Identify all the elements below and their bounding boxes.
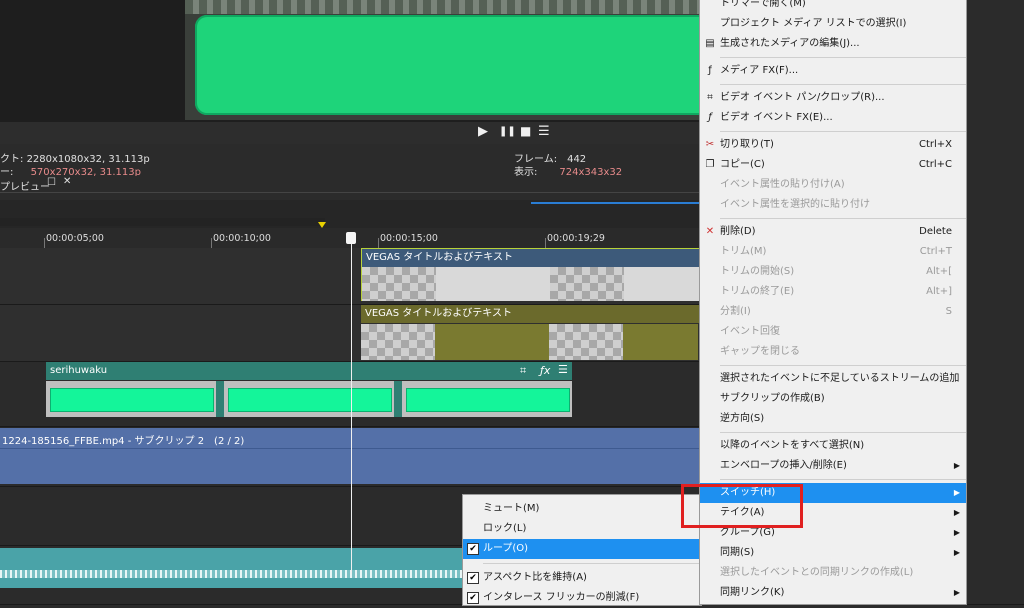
right-panel-edge: [965, 0, 1024, 604]
menu-item-trim[interactable]: トリム(M) Ctrl+T: [700, 242, 966, 262]
menu-item-insert-envelope[interactable]: エンベロープの挿入/削除(E) ▶: [700, 456, 966, 476]
ruler-label: 00:00:19;29: [547, 233, 605, 244]
menu-item-reverse[interactable]: 逆方向(S): [700, 409, 966, 429]
transport-bar: ▶ ❚❚ ■ ☰: [0, 122, 700, 144]
close-icon[interactable]: ✕: [63, 176, 71, 187]
menu-item-pan-crop[interactable]: ⌗ ビデオ イベント パン/クロップ(R)...: [700, 88, 966, 108]
check-icon: ✔: [467, 543, 479, 555]
menu-item-maintain-aspect[interactable]: ✔ アスペクト比を維持(A): [463, 568, 701, 588]
menu-item-open-trimmer[interactable]: トリマーで開く(M): [700, 0, 966, 14]
menu-item-paste-attributes[interactable]: イベント属性の貼り付け(A): [700, 175, 966, 195]
menu-item-select-following-events[interactable]: 以降のイベントをすべて選択(N): [700, 436, 966, 456]
crop-icon: ⌗: [707, 92, 713, 103]
title-event-2-header[interactable]: VEGAS タイトルおよびテキスト: [361, 305, 700, 323]
ruler-label: 00:00:10;00: [213, 233, 271, 244]
scissors-icon: ✂: [705, 139, 715, 150]
generated-media-icon: ▤: [705, 38, 715, 49]
menu-item-sync-link[interactable]: 同期リンク(K) ▶: [700, 583, 966, 603]
playhead-handle[interactable]: [346, 232, 356, 244]
ruler-label: 00:00:15;00: [380, 233, 438, 244]
fx-icon[interactable]: ƒx: [540, 364, 550, 377]
green-text-box-preview: [195, 15, 715, 115]
menu-item-loop[interactable]: ✔ ループ(O): [463, 539, 701, 559]
check-icon: ✔: [467, 592, 479, 604]
menu-icon[interactable]: ☰: [538, 124, 550, 139]
menu-item-add-missing-streams[interactable]: 選択されたイベントに不足しているストリームの追加: [700, 369, 966, 389]
submenu-arrow-icon: ▶: [953, 528, 960, 537]
crop-icon[interactable]: ⌗: [520, 364, 526, 378]
title-event-1-body[interactable]: [361, 267, 699, 301]
submenu-arrow-icon: ▶: [953, 548, 960, 557]
submenu-arrow-icon: ▶: [953, 488, 960, 497]
playhead-line[interactable]: [351, 234, 352, 574]
annotation-highlight-box: [681, 484, 803, 528]
title-event-1-header[interactable]: VEGAS タイトルおよびテキスト: [361, 248, 702, 267]
delete-icon: ✕: [705, 226, 715, 237]
ruler-label: 00:00:05;00: [46, 233, 104, 244]
menu-item-paste-attributes-selective[interactable]: イベント属性を選択的に貼り付け: [700, 195, 966, 215]
media-fx-icon: ƒ: [708, 65, 712, 76]
dock-icon[interactable]: ☐: [47, 177, 56, 188]
green-clip: [406, 388, 570, 412]
serihuwaku-event-body[interactable]: [46, 381, 572, 417]
fx-icon: ƒ: [708, 112, 712, 123]
event-menu-icon[interactable]: ☰: [558, 363, 568, 376]
submenu-arrow-icon: ▶: [953, 508, 960, 517]
menu-item-trim-end[interactable]: トリムの終了(E) Alt+]: [700, 282, 966, 302]
menu-item-select-in-media-list[interactable]: プロジェクト メディア リストでの選択(I): [700, 14, 966, 34]
menu-item-sync[interactable]: 同期(S) ▶: [700, 543, 966, 563]
menu-item-delete[interactable]: ✕ 削除(D) Delete: [700, 222, 966, 242]
menu-item-close-gap[interactable]: ギャップを閉じる: [700, 342, 966, 362]
stop-icon[interactable]: ■: [520, 124, 531, 138]
menu-item-event-recovery[interactable]: イベント回復: [700, 322, 966, 342]
copy-icon: ❐: [705, 159, 715, 170]
menu-item-create-sync-link[interactable]: 選択したイベントとの同期リンクの作成(L): [700, 563, 966, 583]
marker-bar[interactable]: [0, 218, 325, 226]
preview-tab[interactable]: プレビュー ☐ ✕: [0, 176, 700, 193]
menu-item-video-event-fx[interactable]: ƒ ビデオ イベント FX(E)...: [700, 108, 966, 128]
pause-icon[interactable]: ❚❚: [499, 126, 516, 137]
menu-item-mute[interactable]: ミュート(M): [463, 499, 701, 519]
green-clip: [50, 388, 214, 412]
check-icon: ✔: [467, 572, 479, 584]
switch-submenu: ミュート(M) ロック(L) ✔ ループ(O) ✔ アスペクト比を維持(A) ✔ イン…: [462, 494, 702, 606]
submenu-arrow-icon: ▶: [953, 588, 960, 597]
menu-item-reduce-flicker[interactable]: ✔ インタレース フリッカーの削減(F): [463, 588, 701, 608]
submenu-arrow-icon: ▶: [953, 461, 960, 470]
menu-item-copy[interactable]: ❐ コピー(C) Ctrl+C: [700, 155, 966, 175]
menu-item-trim-start[interactable]: トリムの開始(S) Alt+[: [700, 262, 966, 282]
menu-item-edit-generated-media[interactable]: ▤ 生成されたメディアの編集(J)...: [700, 34, 966, 54]
green-clip: [228, 388, 392, 412]
menu-item-split[interactable]: 分割(I) S: [700, 302, 966, 322]
menu-item-lock[interactable]: ロック(L): [463, 519, 701, 539]
title-event-2-body[interactable]: [361, 324, 698, 360]
serihuwaku-event-header[interactable]: serihuwaku: [46, 362, 572, 380]
menu-item-create-subclip[interactable]: サブクリップの作成(B): [700, 389, 966, 409]
menu-item-cut[interactable]: ✂ 切り取り(T) Ctrl+X: [700, 135, 966, 155]
play-icon[interactable]: ▶: [478, 124, 488, 139]
menu-item-media-fx[interactable]: ƒ メディア FX(F)...: [700, 61, 966, 81]
